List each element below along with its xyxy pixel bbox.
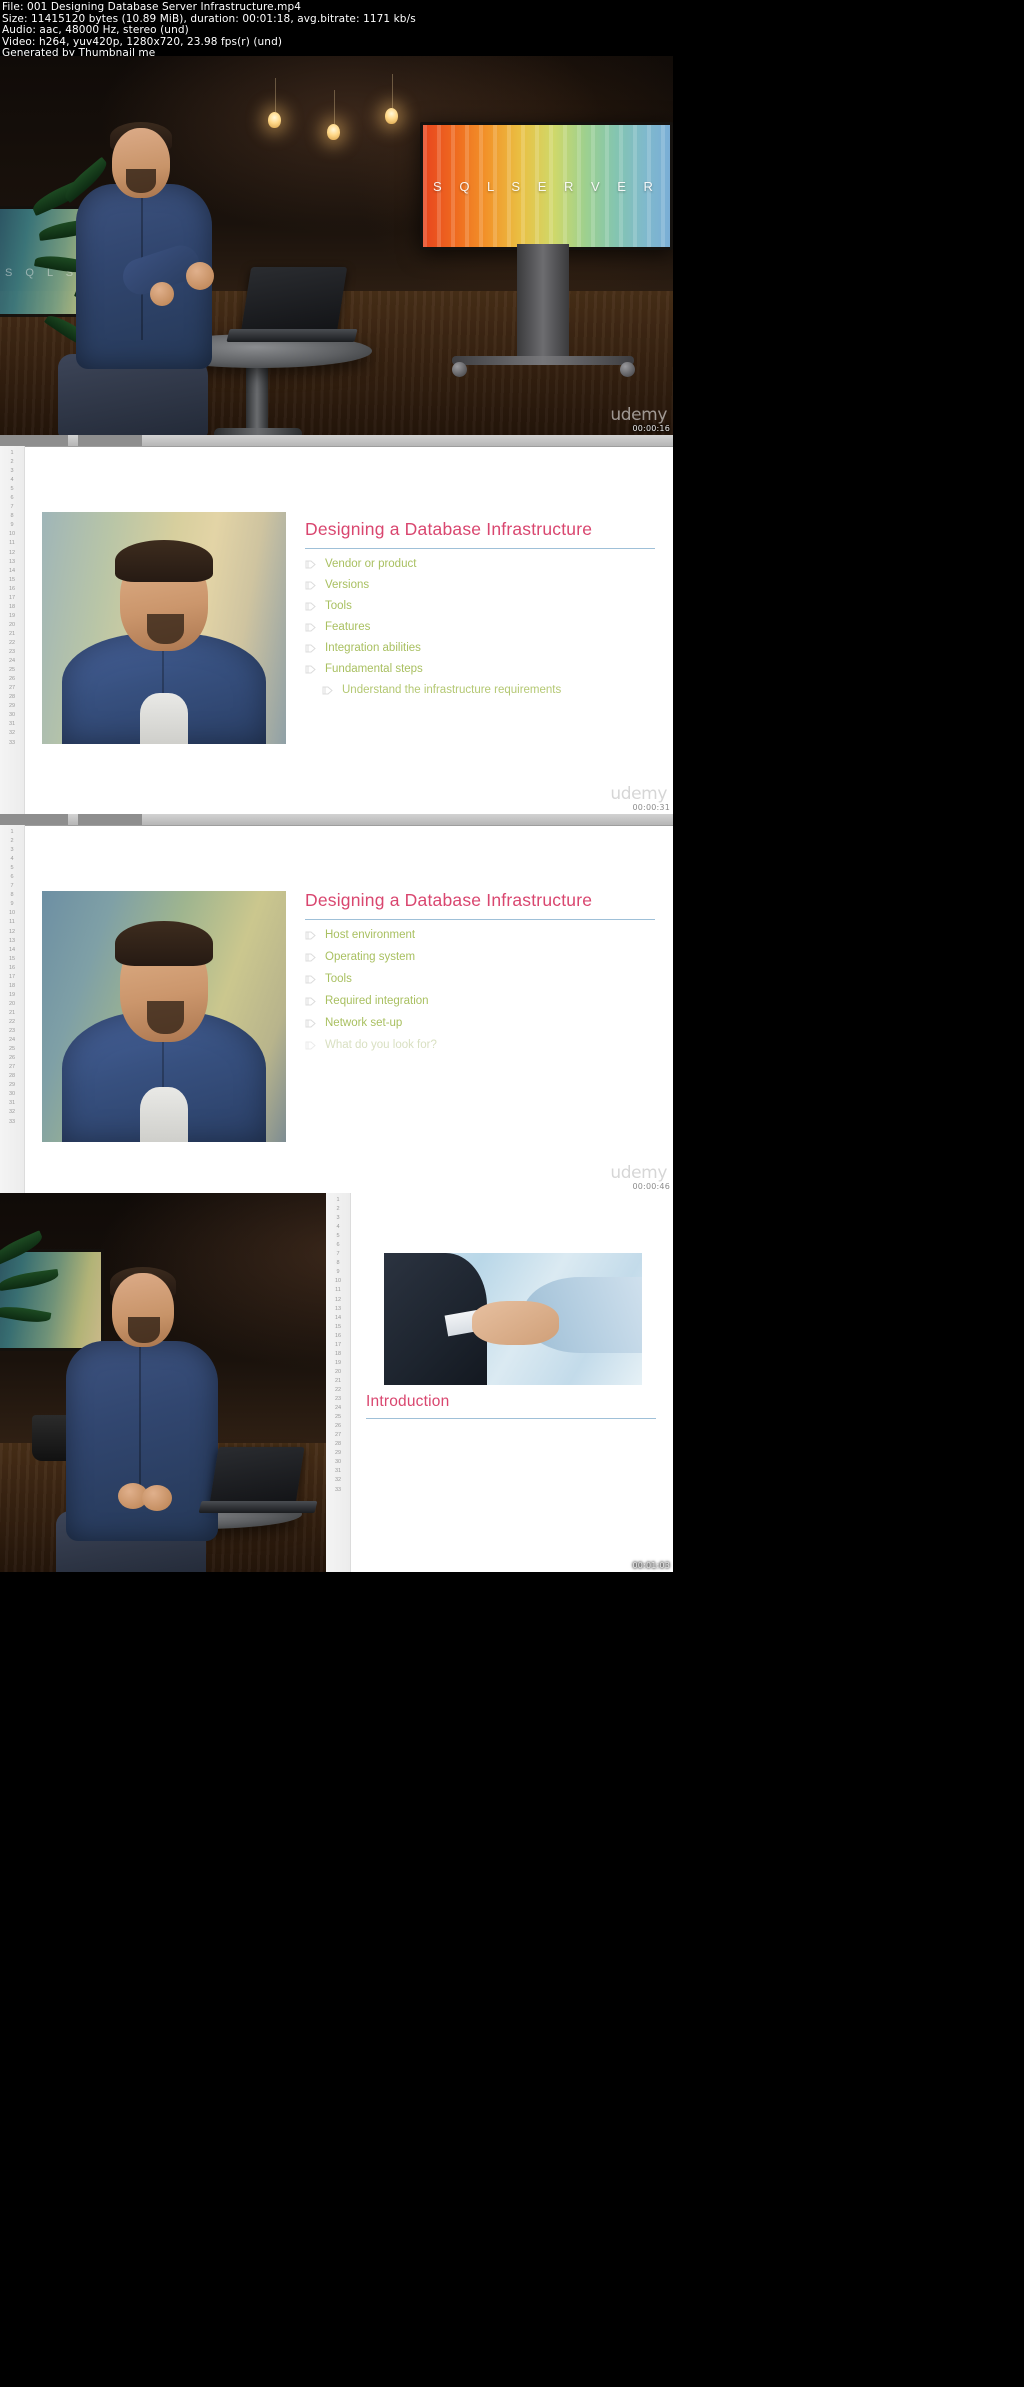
bullet-marker-icon	[305, 623, 316, 632]
slide-bullet-list: Vendor or product Versions Tools Feature…	[305, 558, 655, 696]
bullet-text: Network set-up	[325, 1017, 403, 1029]
bullet-item: Operating system	[305, 951, 655, 963]
gutter-line-numbers: 1 2 3 4 5 6 7 8 9 10 11 12 13 14 15 16 17 18 19 20 21 22 23 24 2…	[334, 1197, 342, 1493]
bullet-marker-icon	[305, 644, 316, 653]
slide-app-topbar	[0, 435, 673, 447]
slide-bullet-list: Host environment Operating system Tools	[305, 929, 655, 1051]
bullet-item: Fundamental steps	[305, 663, 655, 675]
bullet-marker-icon	[322, 686, 333, 695]
bullet-marker-icon	[305, 1019, 316, 1028]
bullet-marker-icon	[305, 953, 316, 962]
presenter-hand	[186, 262, 214, 290]
bullet-marker-icon	[305, 581, 316, 590]
thumbnail-slide-4[interactable]: 1 2 3 4 5 6 7 8 9 10 11 12 13 14 15 16 17 18 19 20 21 22 23 24 2…	[326, 1193, 673, 1572]
bullet-text: Tools	[325, 600, 352, 612]
bullet-text: Host environment	[325, 929, 416, 941]
udemy-watermark: udemy	[610, 784, 667, 804]
thumbnail-timestamp: 00:00:31	[632, 803, 670, 812]
bullet-text: Versions	[325, 579, 370, 591]
bullet-item: Vendor or product	[305, 558, 655, 570]
thumbnail-timestamp: 00:00:46	[632, 1182, 670, 1191]
contact-sheet: S Q L S E S Q L S E R V E R udemy 00:00:…	[0, 56, 1024, 2387]
thumbnail-timestamp: 00:00:16	[632, 424, 670, 433]
bullet-marker-icon	[305, 975, 316, 984]
bullet-item: Versions	[305, 579, 655, 591]
gutter-line-numbers: 1 2 3 4 5 6 7 8 9 10 11 12 13 14 15 16 17 18 19 20 21 22 23 24 2…	[8, 450, 16, 746]
bullet-marker-icon	[305, 931, 316, 940]
thumbnail-row-1: S Q L S E S Q L S E R V E R udemy 00:00:…	[0, 56, 1024, 435]
laptop-base	[226, 329, 358, 342]
udemy-watermark: udemy	[610, 1163, 667, 1183]
bullet-text: Vendor or product	[325, 558, 417, 570]
thumbnail-row-3: 1 2 3 4 5 6 7 8 9 10 11 12 13 14 15 16 17 18 19 20 21 22 23 24 2…	[0, 814, 1024, 1193]
bullet-marker-icon	[305, 1041, 316, 1050]
presenter-beard	[126, 169, 156, 193]
bullet-item: Integration abilities	[305, 642, 655, 654]
bullet-item: Host environment	[305, 929, 655, 941]
bullet-text: Fundamental steps	[325, 663, 423, 675]
display-stand	[517, 244, 569, 362]
bullet-text: Features	[325, 621, 371, 633]
media-info-header: File: 001 Designing Database Server Infr…	[0, 0, 1024, 59]
bullet-item: Tools	[305, 973, 655, 985]
gutter-line-numbers: 1 2 3 4 5 6 7 8 9 10 11 12 13 14 15 16 17 18 19 20 21 22 23 24 2…	[8, 829, 16, 1125]
bullet-item: Required integration	[305, 995, 655, 1007]
hanging-bulb-icon	[385, 74, 398, 124]
thumbnail-slide-3[interactable]: 1 2 3 4 5 6 7 8 9 10 11 12 13 14 15 16 17 18 19 20 21 22 23 24 2…	[0, 814, 673, 1193]
udemy-watermark: udemy	[610, 405, 667, 425]
bullet-marker-icon	[305, 997, 316, 1006]
slide-app-topbar	[0, 814, 673, 826]
bullet-item-faded: What do you look for?	[305, 1039, 655, 1051]
handshake-photo	[384, 1253, 642, 1385]
bullet-item-sub: Understand the infrastructure requiremen…	[322, 684, 655, 696]
thumbnail-row-4: 1 2 3 4 5 6 7 8 9 10 11 12 13 14 15 16 17 18 19 20 21 22 23 24 2…	[0, 1193, 1024, 1572]
thumbnail-timestamp: 00:01:03	[632, 1561, 670, 1570]
hanging-bulb-icon	[327, 90, 340, 140]
bullet-marker-icon	[305, 602, 316, 611]
caster-wheel	[620, 362, 635, 377]
thumbnail-slide-2[interactable]: 1 2 3 4 5 6 7 8 9 10 11 12 13 14 15 16 17 18 19 20 21 22 23 24 2…	[0, 435, 673, 814]
presenter-photo	[42, 891, 286, 1142]
bullet-text: Required integration	[325, 995, 429, 1007]
bullet-item: Features	[305, 621, 655, 633]
laptop-lid	[240, 267, 348, 333]
bullet-item: Tools	[305, 600, 655, 612]
presentation-display: S Q L S E R V E R	[420, 122, 673, 250]
thumbnail-video-frame-4[interactable]	[0, 1193, 326, 1572]
slide-title: Designing a Database Infrastructure	[305, 519, 655, 549]
info-line-video: Video: h264, yuv420p, 1280x720, 23.98 fp…	[2, 35, 283, 48]
bullet-marker-icon	[305, 665, 316, 674]
presenter-hand	[150, 282, 174, 306]
info-line-file: File: 001 Designing Database Server Infr…	[2, 1, 302, 13]
thumbnail-video-frame-1[interactable]: S Q L S E S Q L S E R V E R udemy 00:00:…	[0, 56, 673, 435]
slide-title: Designing a Database Infrastructure	[305, 890, 655, 920]
table-foot	[214, 428, 302, 435]
thumbnail-row-2: 1 2 3 4 5 6 7 8 9 10 11 12 13 14 15 16 17 18 19 20 21 22 23 24 2…	[0, 435, 1024, 814]
caster-wheel	[452, 362, 467, 377]
thumbnail-split-4[interactable]: 1 2 3 4 5 6 7 8 9 10 11 12 13 14 15 16 17 18 19 20 21 22 23 24 2…	[0, 1193, 673, 1572]
hanging-bulb-icon	[268, 78, 281, 128]
bullet-text: Understand the infrastructure requiremen…	[342, 684, 562, 696]
bullet-text: What do you look for?	[325, 1039, 437, 1051]
bullet-text: Operating system	[325, 951, 416, 963]
bullet-text: Integration abilities	[325, 642, 421, 654]
presenter-photo	[42, 512, 286, 744]
display-screen-text: S Q L S E R V E R	[433, 178, 660, 194]
slide-title: Introduction	[366, 1393, 656, 1419]
bullet-text: Tools	[325, 973, 352, 985]
display-base	[452, 356, 634, 365]
bullet-item: Network set-up	[305, 1017, 655, 1029]
bullet-marker-icon	[305, 560, 316, 569]
